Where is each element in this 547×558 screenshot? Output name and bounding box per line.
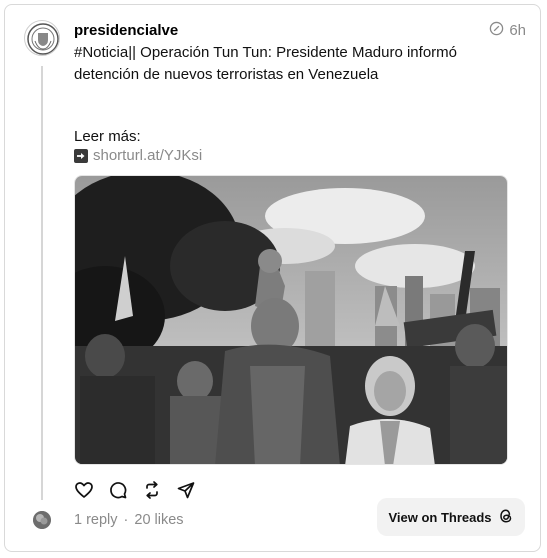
replier-avatar[interactable] xyxy=(33,511,51,529)
post-link[interactable]: shorturl.at/YJKsi xyxy=(74,147,202,164)
stats-separator: · xyxy=(123,512,129,528)
repost-icon[interactable] xyxy=(142,480,162,500)
post-time[interactable]: 6h xyxy=(509,22,526,39)
post-stats: 1 reply · 20 likes xyxy=(74,512,184,528)
arrow-right-box-icon xyxy=(74,148,88,163)
view-on-threads-button[interactable]: View on Threads xyxy=(377,498,525,536)
rally-photo xyxy=(75,176,507,464)
post-actions xyxy=(74,480,196,500)
post-photo[interactable] xyxy=(74,175,508,465)
link-text[interactable]: shorturl.at/YJKsi xyxy=(93,147,202,164)
post-meta: 6h xyxy=(489,21,526,40)
read-more-label: Leer más: xyxy=(74,128,141,145)
post-text: #Noticia|| Operación Tun Tun: Presidente… xyxy=(74,44,457,83)
view-on-threads-label: View on Threads xyxy=(388,509,492,525)
heart-icon[interactable] xyxy=(74,480,94,500)
like-count[interactable]: 20 likes xyxy=(134,512,183,528)
edit-clock-icon xyxy=(489,21,504,40)
thread-line xyxy=(41,66,43,500)
username[interactable]: presidencialve xyxy=(74,22,178,39)
reply-count[interactable]: 1 reply xyxy=(74,512,118,528)
threads-logo-icon xyxy=(498,508,514,527)
comment-icon[interactable] xyxy=(108,480,128,500)
share-icon[interactable] xyxy=(176,480,196,500)
avatar[interactable] xyxy=(24,20,60,56)
